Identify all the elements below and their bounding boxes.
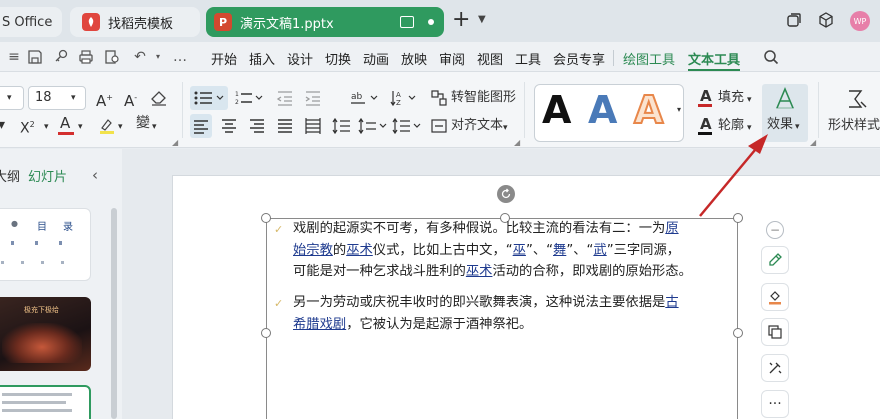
annotation-arrow <box>699 134 768 217</box>
